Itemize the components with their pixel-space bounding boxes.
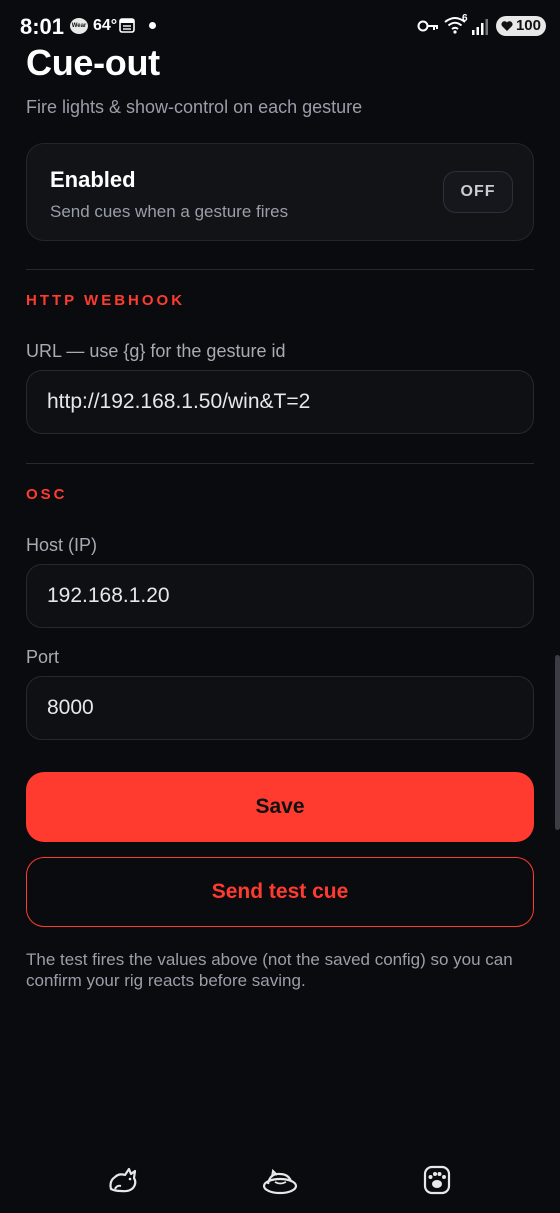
wifi-generation: 6: [462, 13, 468, 24]
battery-indicator: 100: [496, 16, 546, 36]
bottom-nav: [0, 1145, 560, 1213]
calendar-icon: [119, 18, 135, 33]
url-input[interactable]: [26, 370, 534, 434]
host-label: Host (IP): [26, 535, 98, 555]
vpn-key-icon: [417, 20, 438, 32]
page-subtitle: Fire lights & show-control on each gestu…: [26, 97, 363, 117]
enabled-card: Enabled Send cues when a gesture fires O…: [26, 143, 534, 241]
scrollbar[interactable]: [555, 655, 560, 830]
host-input[interactable]: [26, 564, 534, 628]
weather-app-icon: Wear: [70, 18, 88, 34]
divider: [26, 269, 534, 270]
enabled-description: Send cues when a gesture fires: [50, 202, 289, 221]
divider: [26, 463, 534, 464]
http-webhook-heading: HTTP WEBHOOK: [26, 292, 186, 309]
enabled-title: Enabled: [50, 167, 136, 192]
page-title: Cue-out: [26, 42, 160, 83]
paw-icon[interactable]: [417, 1159, 457, 1199]
enabled-toggle-button[interactable]: OFF: [443, 171, 513, 213]
port-input[interactable]: [26, 676, 534, 740]
status-temperature: 64°: [93, 17, 118, 34]
cat-stretch-icon[interactable]: [103, 1159, 143, 1199]
status-time: 8:01: [20, 14, 65, 39]
notification-dot-icon: [149, 22, 156, 29]
battery-level: 100: [515, 17, 541, 34]
send-test-cue-button[interactable]: Send test cue: [26, 857, 534, 927]
test-footnote: The test fires the values above (not the…: [26, 950, 513, 990]
port-label: Port: [26, 647, 60, 667]
signal-strength-icon: [472, 19, 488, 35]
save-button[interactable]: Save: [26, 772, 534, 842]
battery-protect-icon: [501, 21, 513, 31]
url-label: URL — use {g} for the gesture id: [26, 341, 286, 361]
osc-heading: OSC: [26, 486, 68, 503]
cat-bed-icon[interactable]: [260, 1159, 300, 1199]
